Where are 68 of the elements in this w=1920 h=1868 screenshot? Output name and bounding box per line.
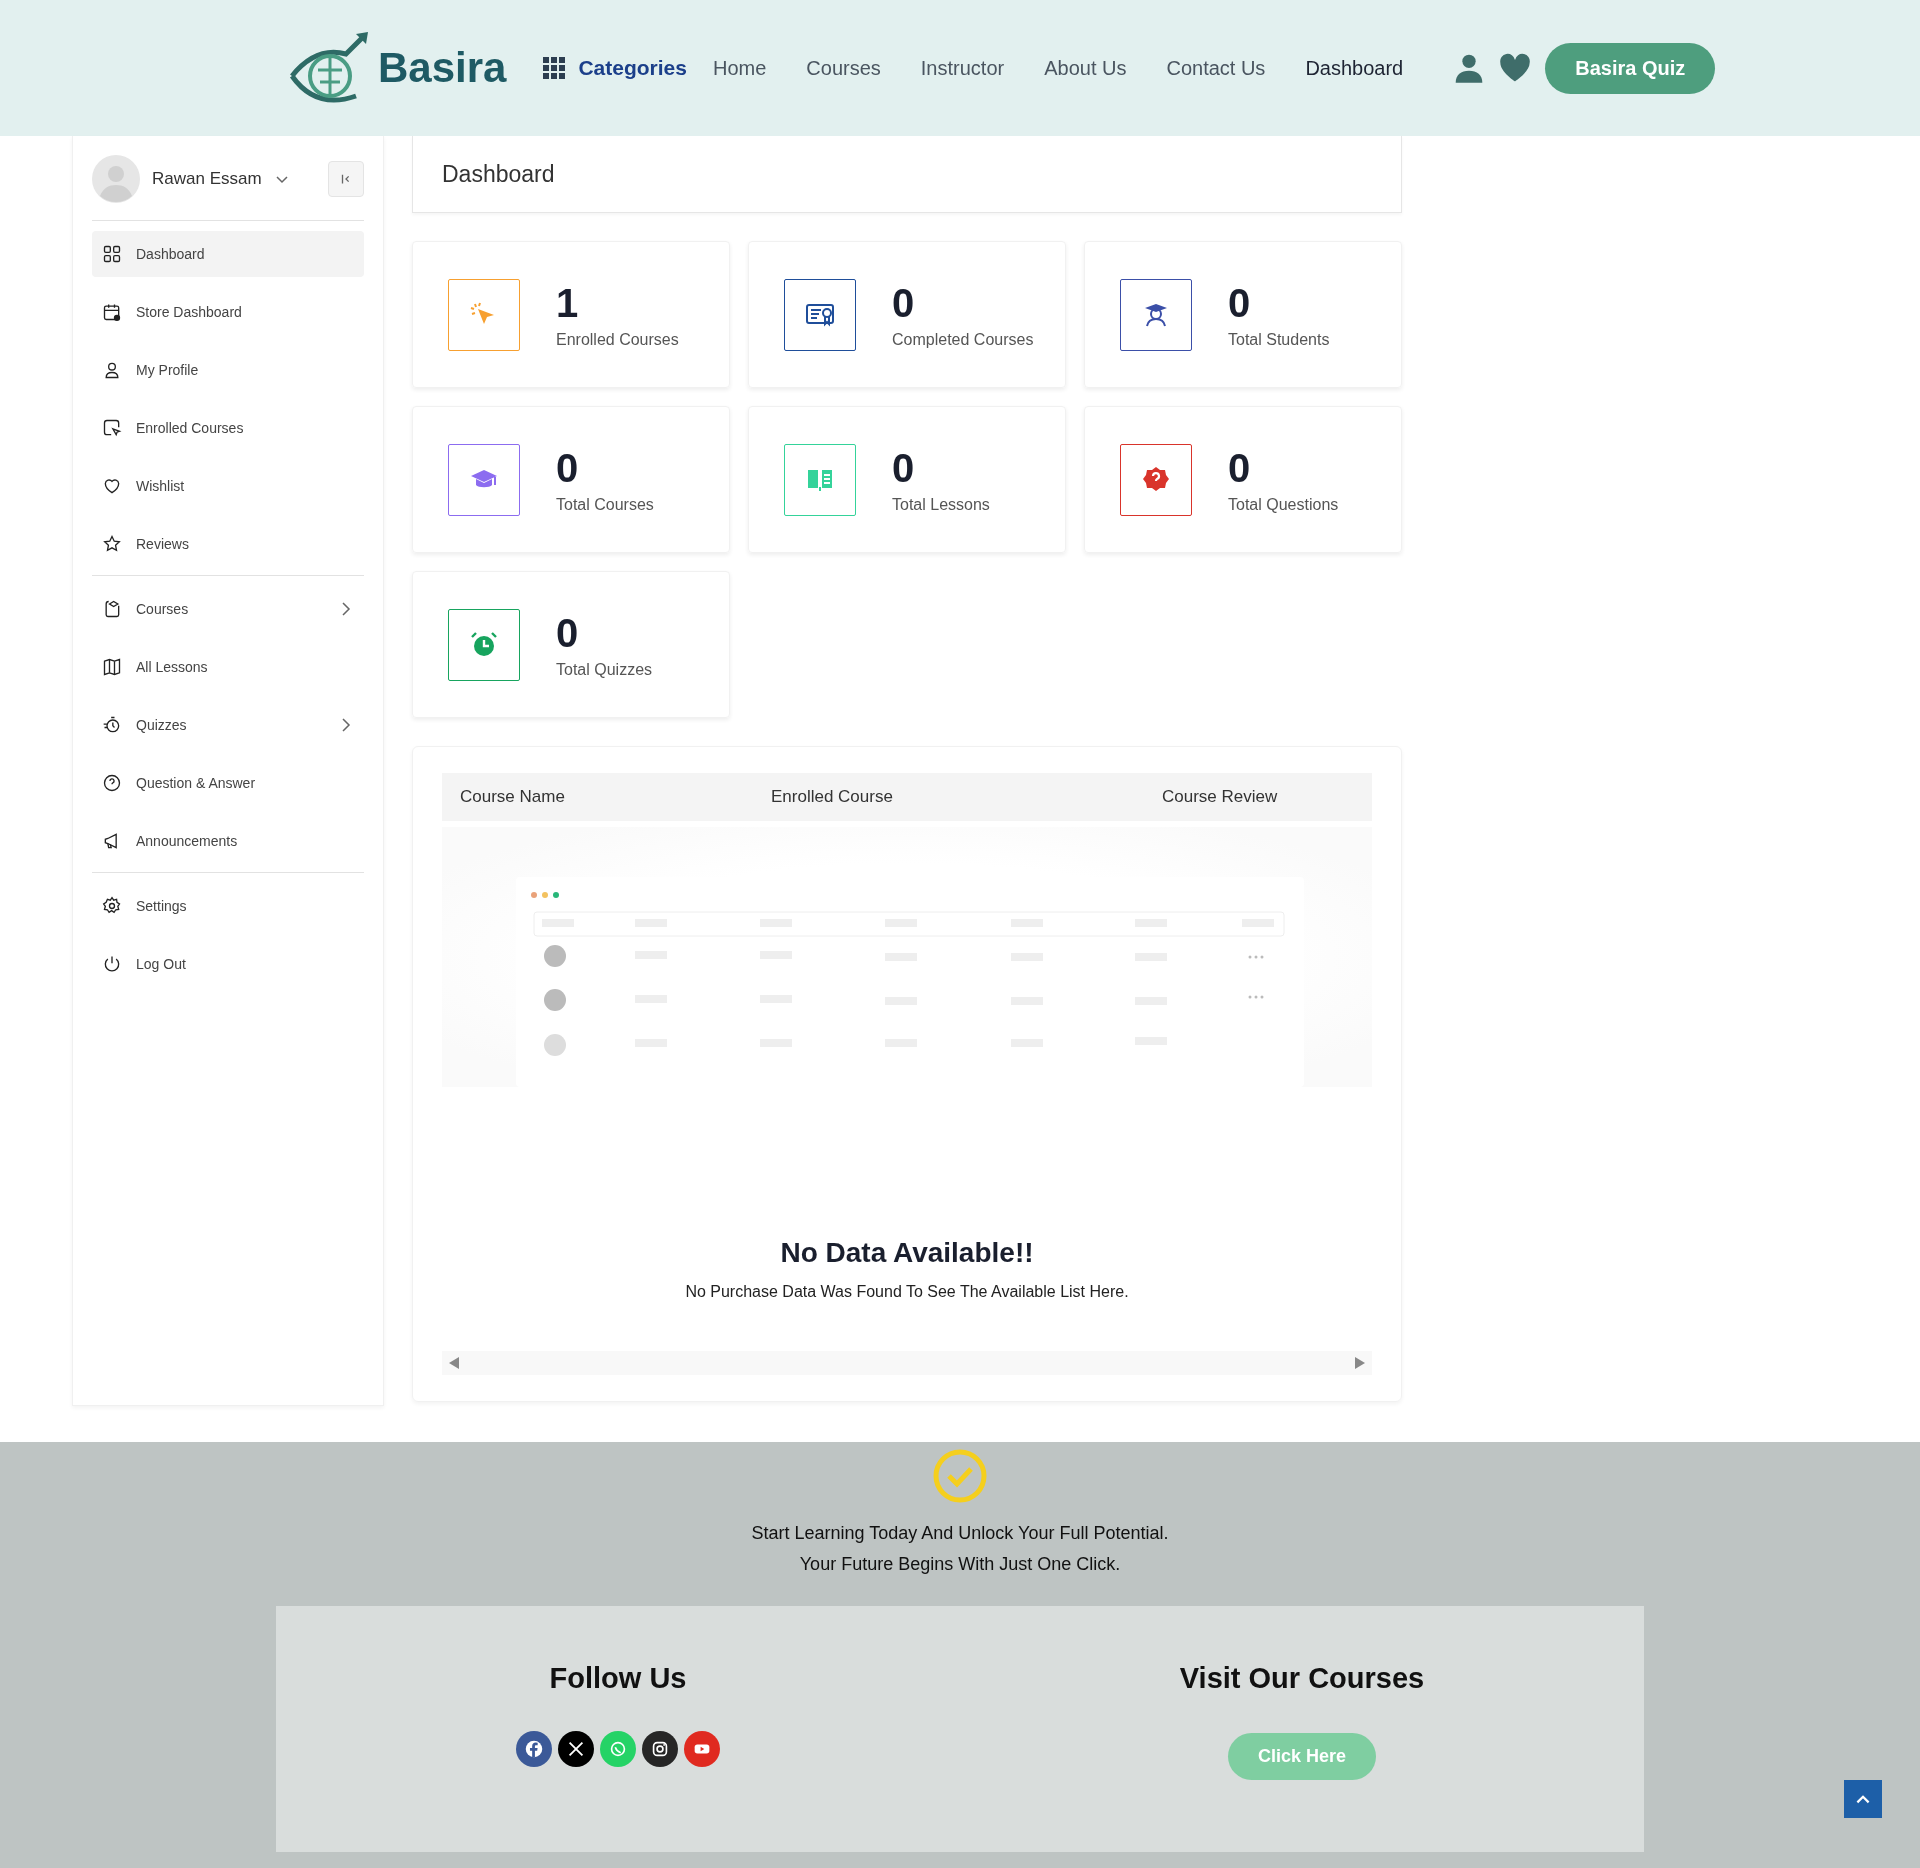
cursor-icon [102,418,122,438]
tagline-text: Start Learning Today And Unlock Your Full Potential. [751,1522,1169,1545]
x-icon[interactable] [558,1731,594,1767]
grid-icon [542,56,567,80]
star-icon [102,534,122,554]
sidebar-item[interactable]: Enrolled Courses [92,405,364,451]
sidebar-item[interactable]: All Lessons [92,644,364,690]
stat-value: 0 [892,280,916,325]
column-header: Course Review [1162,787,1278,807]
heart-icon [102,476,122,496]
heart-icon[interactable] [1499,52,1532,84]
stat-label: Total Lessons [892,495,990,514]
sidebar-item[interactable]: Log Out [92,941,364,987]
column-header: Course Name [460,787,566,807]
nav-link[interactable]: About Us [1044,56,1127,80]
stat-value: 0 [892,445,916,490]
sidebar-item[interactable]: Settings [92,883,364,929]
categories-label[interactable]: Categories [578,56,687,80]
facebook-icon[interactable] [516,1731,552,1767]
nav-link[interactable]: Home [712,56,767,80]
stat-label: Total Quizzes [556,660,653,679]
stat-label: Total Courses [556,495,654,514]
sidebar-item[interactable]: Quizzes [92,702,364,748]
stat-value: 0 [556,610,580,655]
stat-label: Total Students [1228,330,1330,349]
follow-title: Follow Us [549,1662,687,1695]
avatar-icon [92,155,140,203]
nav-link[interactable]: Courses [806,56,881,80]
stat-label: Completed Courses [892,330,1034,349]
nav-link[interactable]: Dashboard [1305,56,1404,80]
youtube-icon[interactable] [684,1731,720,1767]
sidebar-item[interactable]: Store Dashboard [92,289,364,335]
sidebar-item[interactable]: Wishlist [92,463,364,509]
sidebar-item[interactable]: Reviews [92,521,364,567]
column-header: Enrolled Course [771,787,894,807]
page-title: Dashboard [442,160,555,188]
stat-value: 0 [1228,280,1252,325]
stat-label: Total Questions [1228,495,1339,514]
scroll-top-button[interactable] [1844,1780,1882,1818]
empty-state-title: No Data Available!! [780,1237,1034,1269]
stat-value: 0 [1228,445,1252,490]
question-icon [102,773,122,793]
stat-value: 0 [556,445,580,490]
scroll-left-icon[interactable] [448,1356,460,1370]
stat-value: 1 [556,280,580,325]
tagline-text: Your Future Begins With Just One Click. [799,1553,1121,1576]
instagram-icon[interactable] [642,1731,678,1767]
nav-link[interactable]: Contact Us [1166,56,1266,80]
settings-icon [102,896,122,916]
power-icon [102,954,122,974]
sidebar-item[interactable]: Question & Answer [92,760,364,806]
horizontal-scrollbar[interactable] [442,1351,1372,1375]
sidebar-item[interactable]: Courses [92,586,364,632]
courses-title: Visit Our Courses [1179,1662,1425,1695]
scroll-right-icon[interactable] [1354,1356,1366,1370]
categories-menu[interactable]: Categories [542,56,687,80]
grid-icon [102,244,122,264]
empty-state-text: No Purchase Data Was Found To See The Available List Here. [685,1283,1129,1301]
logo-text[interactable]: Basira [378,44,507,92]
calendar-icon [102,302,122,322]
stopwatch-icon [102,715,122,735]
sidebar-item[interactable]: Dashboard [92,231,364,277]
nav-link[interactable]: Instructor [920,56,1005,80]
sidebar-item[interactable]: Announcements [92,818,364,864]
user-name[interactable]: Rawan Essam [152,169,262,189]
stat-label: Enrolled Courses [556,330,679,349]
sidebar-item[interactable]: My Profile [92,347,364,393]
check-circle-icon [932,1448,988,1504]
